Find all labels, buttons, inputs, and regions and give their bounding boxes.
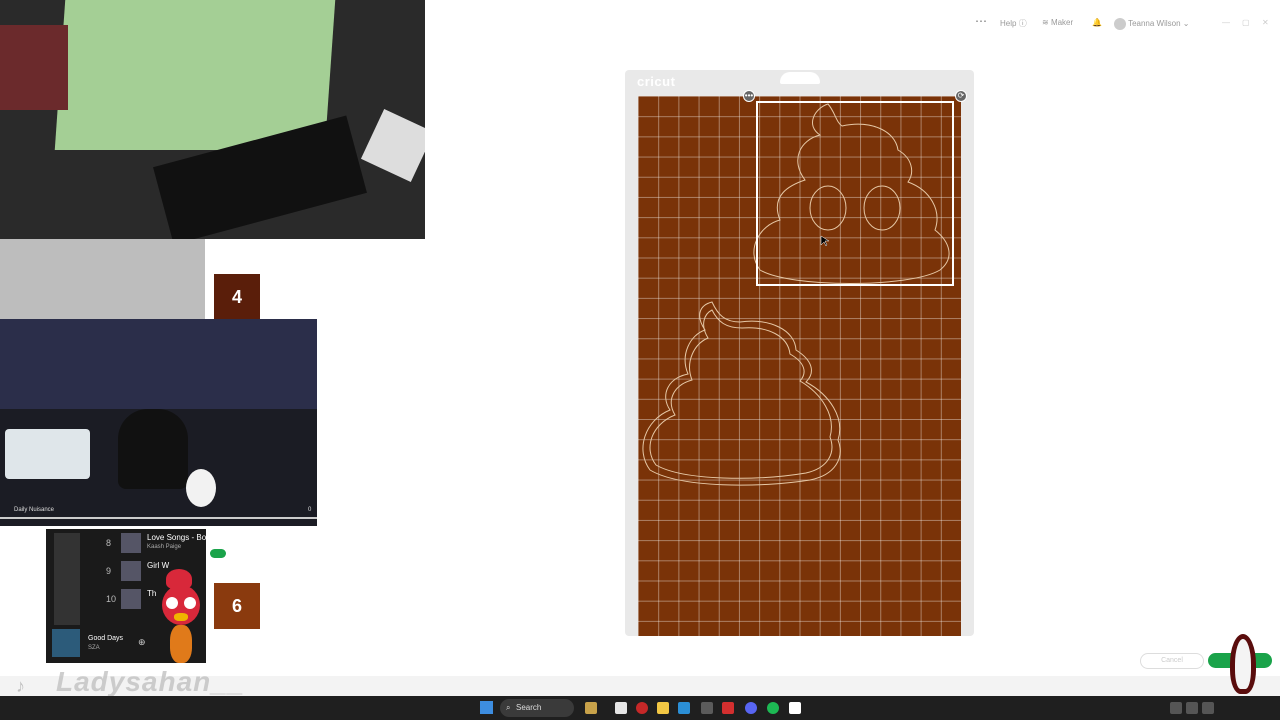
album-art xyxy=(121,561,141,581)
app-icon[interactable] xyxy=(701,702,713,714)
now-playing-art xyxy=(52,629,80,657)
paper-photo xyxy=(360,108,425,183)
file-explorer-icon[interactable] xyxy=(657,702,669,714)
search-icon: ⌕ xyxy=(506,703,511,712)
vinyl-sheet-photo xyxy=(0,25,68,110)
track-artist: Kaash Paige xyxy=(147,544,182,550)
discord-icon[interactable] xyxy=(745,702,757,714)
rooster-mascot-icon xyxy=(158,569,206,663)
taskbar-search[interactable]: ⌕ Search xyxy=(500,699,574,717)
wifi-icon[interactable] xyxy=(1202,702,1214,714)
tray-chevron-icon[interactable] xyxy=(1170,702,1182,714)
widgets-icon[interactable] xyxy=(585,702,597,714)
cancel-button[interactable]: Cancel xyxy=(1140,653,1204,669)
track-number: 9 xyxy=(106,566,112,576)
track-title: Th xyxy=(147,589,157,598)
task-view-icon[interactable] xyxy=(615,702,627,714)
mic-icon[interactable] xyxy=(1186,702,1198,714)
desk-camera-overlay xyxy=(0,0,425,239)
browser-icon[interactable] xyxy=(678,702,690,714)
toggle-switch[interactable] xyxy=(210,549,226,558)
track-title: Love Songs - Bo xyxy=(147,533,207,542)
opera-icon[interactable] xyxy=(636,702,648,714)
obs-icon[interactable] xyxy=(722,702,734,714)
stream-progress-bar xyxy=(0,517,317,519)
material-card-6[interactable]: 6 xyxy=(214,583,260,629)
stream-progress: 0 xyxy=(308,507,312,513)
windows-start-icon[interactable] xyxy=(480,701,493,714)
now-playing-artist: SZA xyxy=(88,645,100,651)
backpack-wall-photo xyxy=(0,319,317,409)
spotify-icon[interactable] xyxy=(767,702,779,714)
tiktok-icon: ♪ xyxy=(16,676,25,696)
windows-taskbar: ⌕ Search xyxy=(0,696,1280,720)
album-art xyxy=(121,533,141,553)
edit-handle-icon[interactable]: ••• xyxy=(743,90,755,102)
cricut-app-icon[interactable] xyxy=(789,702,801,714)
spotify-overlay: 8 Love Songs - Bo Kaash Paige 9 Girl W 1… xyxy=(46,529,206,663)
track-number: 8 xyxy=(106,538,112,548)
poop-outline-shape[interactable] xyxy=(642,301,841,486)
cutting-machine-photo xyxy=(5,429,90,479)
album-art xyxy=(121,589,141,609)
material-card-4[interactable]: 4 xyxy=(214,274,260,320)
streamer-watermark: Ladysahan__ xyxy=(56,666,245,697)
track-number: 10 xyxy=(106,594,117,604)
list-item[interactable]: 8 Love Songs - Bo Kaash Paige xyxy=(46,529,206,557)
selection-box[interactable] xyxy=(756,101,954,286)
streamer-photo xyxy=(118,409,188,489)
rotate-handle-icon[interactable]: ⟳ xyxy=(955,90,967,102)
stream-caption: Daily Nuisance xyxy=(14,507,55,513)
plush-photo xyxy=(186,469,216,507)
streamer-camera-overlay: Daily Nuisance 0 xyxy=(0,319,317,526)
now-playing-title: Good Days xyxy=(88,635,124,642)
add-icon[interactable]: ⊕ xyxy=(138,637,146,648)
cutting-mat-photo xyxy=(54,0,336,150)
webcam-gap xyxy=(0,239,205,319)
